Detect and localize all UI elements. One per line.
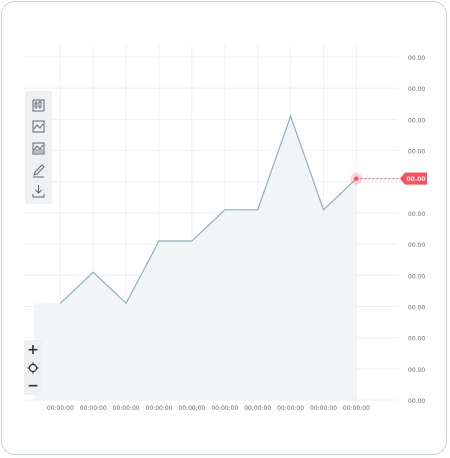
- x-tick-label: 00:00:00: [343, 405, 370, 412]
- drawing-toolbar: [25, 91, 52, 204]
- target-reset-icon[interactable]: [24, 359, 42, 377]
- y-tick-label: 00.00: [408, 304, 425, 311]
- zoom-in-label: +: [27, 342, 39, 358]
- x-tick-label: 00:00:00: [211, 405, 238, 412]
- zoom-in-button[interactable]: +: [24, 341, 42, 359]
- current-value-label: 00.00: [407, 176, 426, 183]
- y-tick-label: 00.00: [408, 336, 425, 343]
- candlestick-chart-icon[interactable]: [28, 94, 49, 115]
- y-tick-label: 00.00: [408, 55, 425, 62]
- x-tick-label: 00:00:00: [310, 405, 337, 412]
- x-tick-label: 00:00:00: [47, 405, 74, 412]
- x-tick-label: 00:00:00: [113, 405, 140, 412]
- area-chart-icon[interactable]: [28, 138, 49, 159]
- zoom-out-button[interactable]: −: [24, 377, 42, 395]
- price-chart[interactable]: 00.00 00.00 00.00 00.00 00.00 00.00 00.00 00.00…: [0, 0, 450, 458]
- y-tick-label: 00.00: [408, 273, 425, 280]
- x-tick-label: 00:00:00: [178, 405, 205, 412]
- line-chart-icon[interactable]: [28, 116, 49, 137]
- y-tick-label: 00.00: [408, 211, 425, 218]
- x-tick-label: 00:00:00: [80, 405, 107, 412]
- pencil-draw-icon[interactable]: [28, 160, 49, 181]
- current-value-marker: 00.00: [350, 172, 427, 185]
- y-tick-label: 00.00: [408, 86, 425, 93]
- download-icon[interactable]: [28, 181, 49, 202]
- y-tick-label: 00.00: [408, 242, 425, 249]
- zoom-out-label: −: [27, 378, 39, 394]
- x-tick-label: 00:00:00: [146, 405, 173, 412]
- x-tick-label: 00:00:00: [277, 405, 304, 412]
- y-tick-label: 00.00: [408, 117, 425, 124]
- zoom-controls: + −: [24, 340, 42, 395]
- x-axis-ticks: 00:00:00 00:00:00 00:00:00 00:00:00 00:00:00…: [47, 405, 370, 412]
- series-area-fill: [34, 116, 357, 400]
- y-tick-label: 00.00: [408, 149, 425, 156]
- y-tick-label: 00.00: [408, 367, 425, 374]
- x-tick-label: 00:00:00: [244, 405, 271, 412]
- y-tick-label: 00.00: [408, 398, 425, 405]
- y-axis-ticks: 00.00 00.00 00.00 00.00 00.00 00.00 00.00 00.00…: [408, 55, 425, 405]
- current-value-dot: [354, 176, 359, 181]
